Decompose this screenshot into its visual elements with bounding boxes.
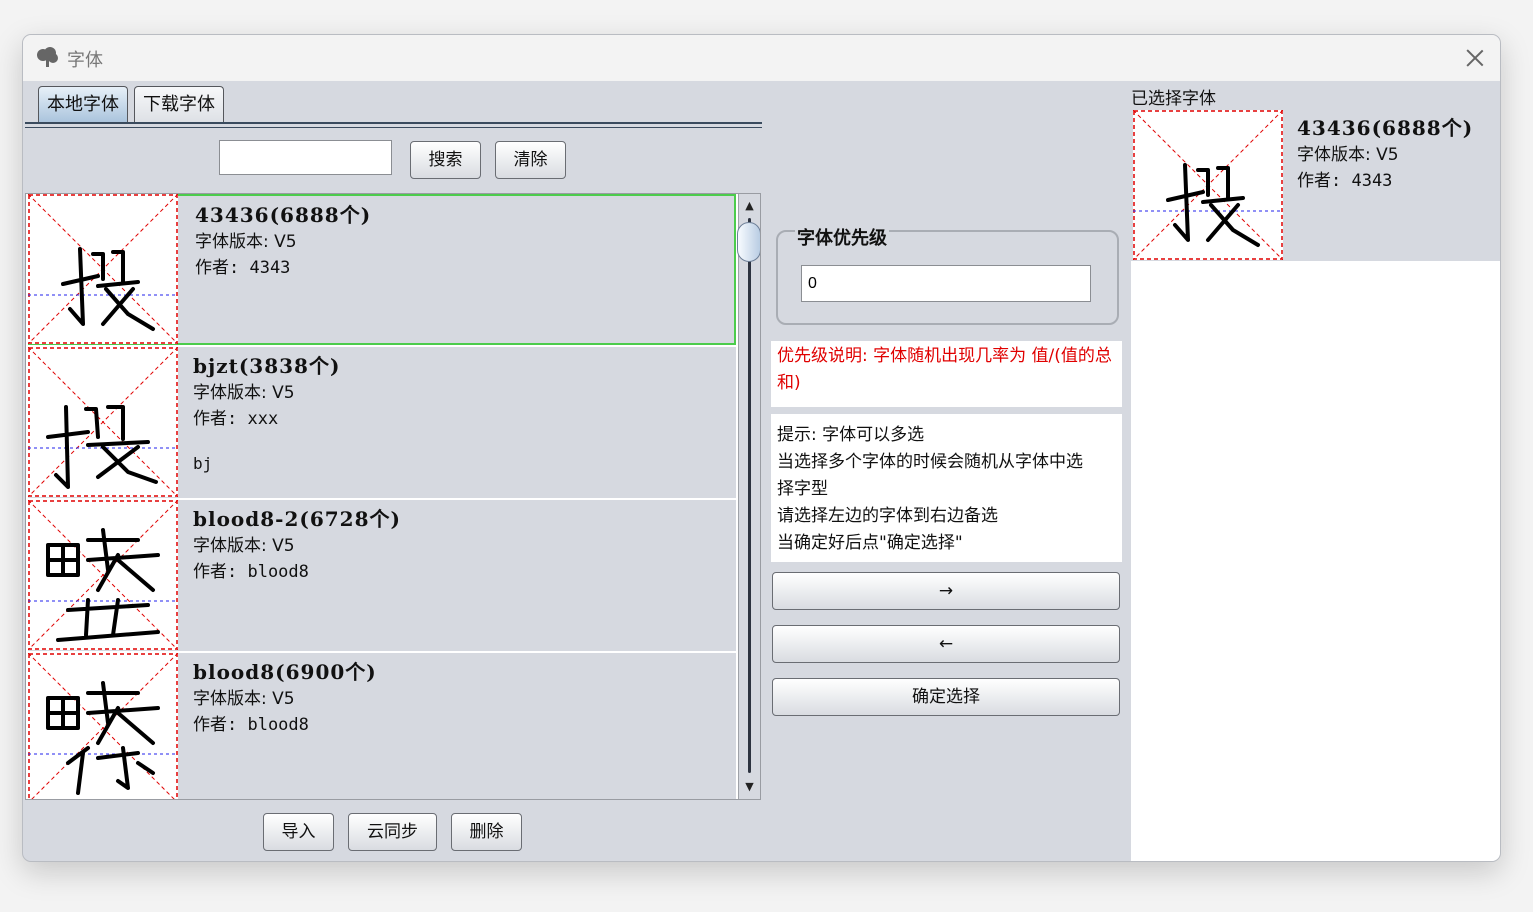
font-description: bj [193,454,213,473]
font-list-item[interactable]: blood8(6900个) 字体版本: V5 作者: blood8 [27,652,736,799]
font-list-item[interactable]: blood8-2(6728个) 字体版本: V5 作者: blood8 [27,499,736,651]
selected-fonts-label: 已选择字体 [1131,89,1216,109]
window-title: 字体 [67,50,103,71]
clear-button[interactable]: 清除 [495,141,566,179]
priority-group: 字体优先级 [776,224,1119,325]
hint-line: 当选择多个字体的时候会随机从字体中选 [777,452,1083,472]
add-to-selected-button[interactable]: → [772,572,1120,610]
search-input[interactable] [219,140,392,175]
font-preview-image [1132,109,1284,261]
hint-line: 当确定好后点"确定选择" [777,533,963,553]
confirm-selection-button[interactable]: 确定选择 [772,678,1120,716]
scroll-track[interactable] [748,218,751,773]
font-version: 字体版本: V5 [193,536,295,556]
scroll-down-arrow-icon[interactable]: ▼ [739,777,760,797]
scroll-up-arrow-icon[interactable]: ▲ [739,196,760,216]
tab-divider [25,122,762,124]
font-preview-image [27,346,179,498]
import-button[interactable]: 导入 [263,813,334,851]
font-preview-image [27,499,179,651]
priority-input[interactable] [801,265,1091,302]
font-preview-image [27,652,179,799]
remove-from-selected-button[interactable]: ← [772,625,1120,663]
font-list-item[interactable]: 43436(6888个) 字体版本: V5 作者: 4343 [27,194,736,345]
font-name: 43436(6888个) [1297,116,1474,140]
hint-text: 提示: 字体可以多选 当选择多个字体的时候会随机从字体中选 择字型 请选择左边的… [771,414,1122,562]
selected-font-item[interactable]: 43436(6888个) 字体版本: V5 作者: 4343 [1131,109,1500,261]
font-version: 字体版本: V5 [193,383,295,403]
font-name: bjzt(3838个) [193,354,341,378]
search-button[interactable]: 搜索 [410,141,481,179]
hint-line: 请选择左边的字体到右边备选 [777,506,998,526]
scroll-thumb[interactable] [737,222,760,262]
list-scrollbar[interactable]: ▲ ▼ [737,194,760,799]
font-author: 作者: blood8 [193,562,309,582]
font-version: 字体版本: V5 [193,689,295,709]
font-list-item[interactable]: bjzt(3838个) 字体版本: V5 作者: xxx bj [27,346,736,498]
font-name: blood8(6900个) [193,660,377,684]
font-dialog-window: 字体 本地字体 下载字体 搜索 清除 43436(6888个) 字体版本: V5… [22,34,1501,862]
font-version: 字体版本: V5 [195,232,297,252]
font-author: 作者: blood8 [193,715,309,735]
selected-fonts-list: 43436(6888个) 字体版本: V5 作者: 4343 [1131,109,1500,861]
tree-app-icon [35,46,59,68]
tab-divider-2 [25,127,762,128]
font-name: blood8-2(6728个) [193,507,401,531]
priority-title: 字体优先级 [795,224,889,250]
delete-button[interactable]: 删除 [451,813,522,851]
font-author: 作者: xxx [193,409,279,429]
font-preview-image [27,194,179,345]
close-button[interactable] [1464,47,1486,69]
tab-download-fonts[interactable]: 下载字体 [134,86,224,123]
hint-line: 提示: 字体可以多选 [777,425,925,445]
title-bar: 字体 [23,35,1500,81]
font-version: 字体版本: V5 [1297,145,1399,165]
priority-note: 优先级说明: 字体随机出现几率为 值/(值的总和) [771,341,1122,407]
font-list: 43436(6888个) 字体版本: V5 作者: 4343 bjzt(3838… [25,193,761,800]
tab-local-fonts[interactable]: 本地字体 [38,86,128,123]
hint-line: 择字型 [777,479,828,499]
font-name: 43436(6888个) [195,203,372,227]
font-author: 作者: 4343 [1297,171,1393,191]
cloud-sync-button[interactable]: 云同步 [348,813,437,851]
font-author: 作者: 4343 [195,258,291,278]
